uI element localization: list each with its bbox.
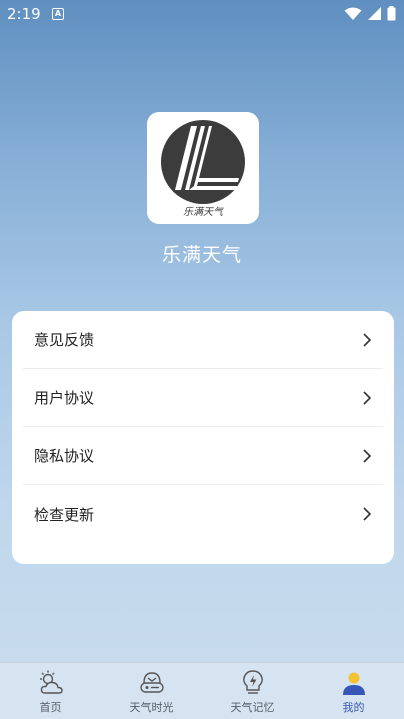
chevron-right-icon bbox=[363, 507, 372, 521]
status-time: 2:19 bbox=[7, 5, 41, 23]
tab-label: 我的 bbox=[342, 701, 365, 714]
app-logo: 乐满天气 bbox=[147, 112, 259, 224]
tab-label: 天气时光 bbox=[129, 701, 174, 714]
notification-icon: A bbox=[52, 8, 64, 20]
tab-label: 首页 bbox=[39, 701, 62, 714]
tab-weather-time[interactable]: 天气时光 bbox=[101, 663, 202, 719]
status-bar: 2:19 A bbox=[0, 0, 404, 28]
status-icons bbox=[344, 6, 396, 21]
bottom-tab-bar: 首页 天气时光 天气记忆 我的 bbox=[0, 662, 404, 719]
user-profile-icon bbox=[342, 672, 365, 695]
menu-item-label: 隐私协议 bbox=[34, 447, 95, 465]
tab-weather-memory[interactable]: 天气记忆 bbox=[202, 663, 303, 719]
menu-item-label: 意见反馈 bbox=[34, 331, 95, 349]
app-name: 乐满天气 bbox=[161, 244, 242, 266]
wifi-icon bbox=[344, 7, 362, 20]
menu-item-user-agreement[interactable]: 用户协议 bbox=[23, 369, 383, 427]
tab-label: 天气记忆 bbox=[230, 701, 275, 714]
settings-menu: 意见反馈 用户协议 隐私协议 检查更新 bbox=[12, 311, 394, 564]
menu-item-privacy-policy[interactable]: 隐私协议 bbox=[23, 427, 383, 485]
weather-time-icon bbox=[139, 672, 164, 693]
cell-signal-icon bbox=[368, 7, 381, 20]
logo-text: 乐满天气 bbox=[183, 206, 225, 218]
lightning-bulb-icon bbox=[242, 670, 263, 694]
chevron-right-icon bbox=[363, 448, 372, 463]
tab-home[interactable]: 首页 bbox=[0, 663, 101, 719]
tab-profile[interactable]: 我的 bbox=[303, 663, 404, 719]
app-logo-icon: 乐满天气 bbox=[161, 120, 245, 218]
battery-icon bbox=[387, 6, 396, 21]
menu-item-check-update[interactable]: 检查更新 bbox=[23, 485, 383, 543]
chevron-right-icon bbox=[363, 390, 372, 405]
menu-item-feedback[interactable]: 意见反馈 bbox=[23, 311, 383, 369]
menu-item-label: 检查更新 bbox=[34, 505, 95, 524]
partly-cloudy-icon bbox=[39, 670, 63, 694]
chevron-right-icon bbox=[363, 332, 372, 347]
menu-item-label: 用户协议 bbox=[34, 389, 95, 407]
